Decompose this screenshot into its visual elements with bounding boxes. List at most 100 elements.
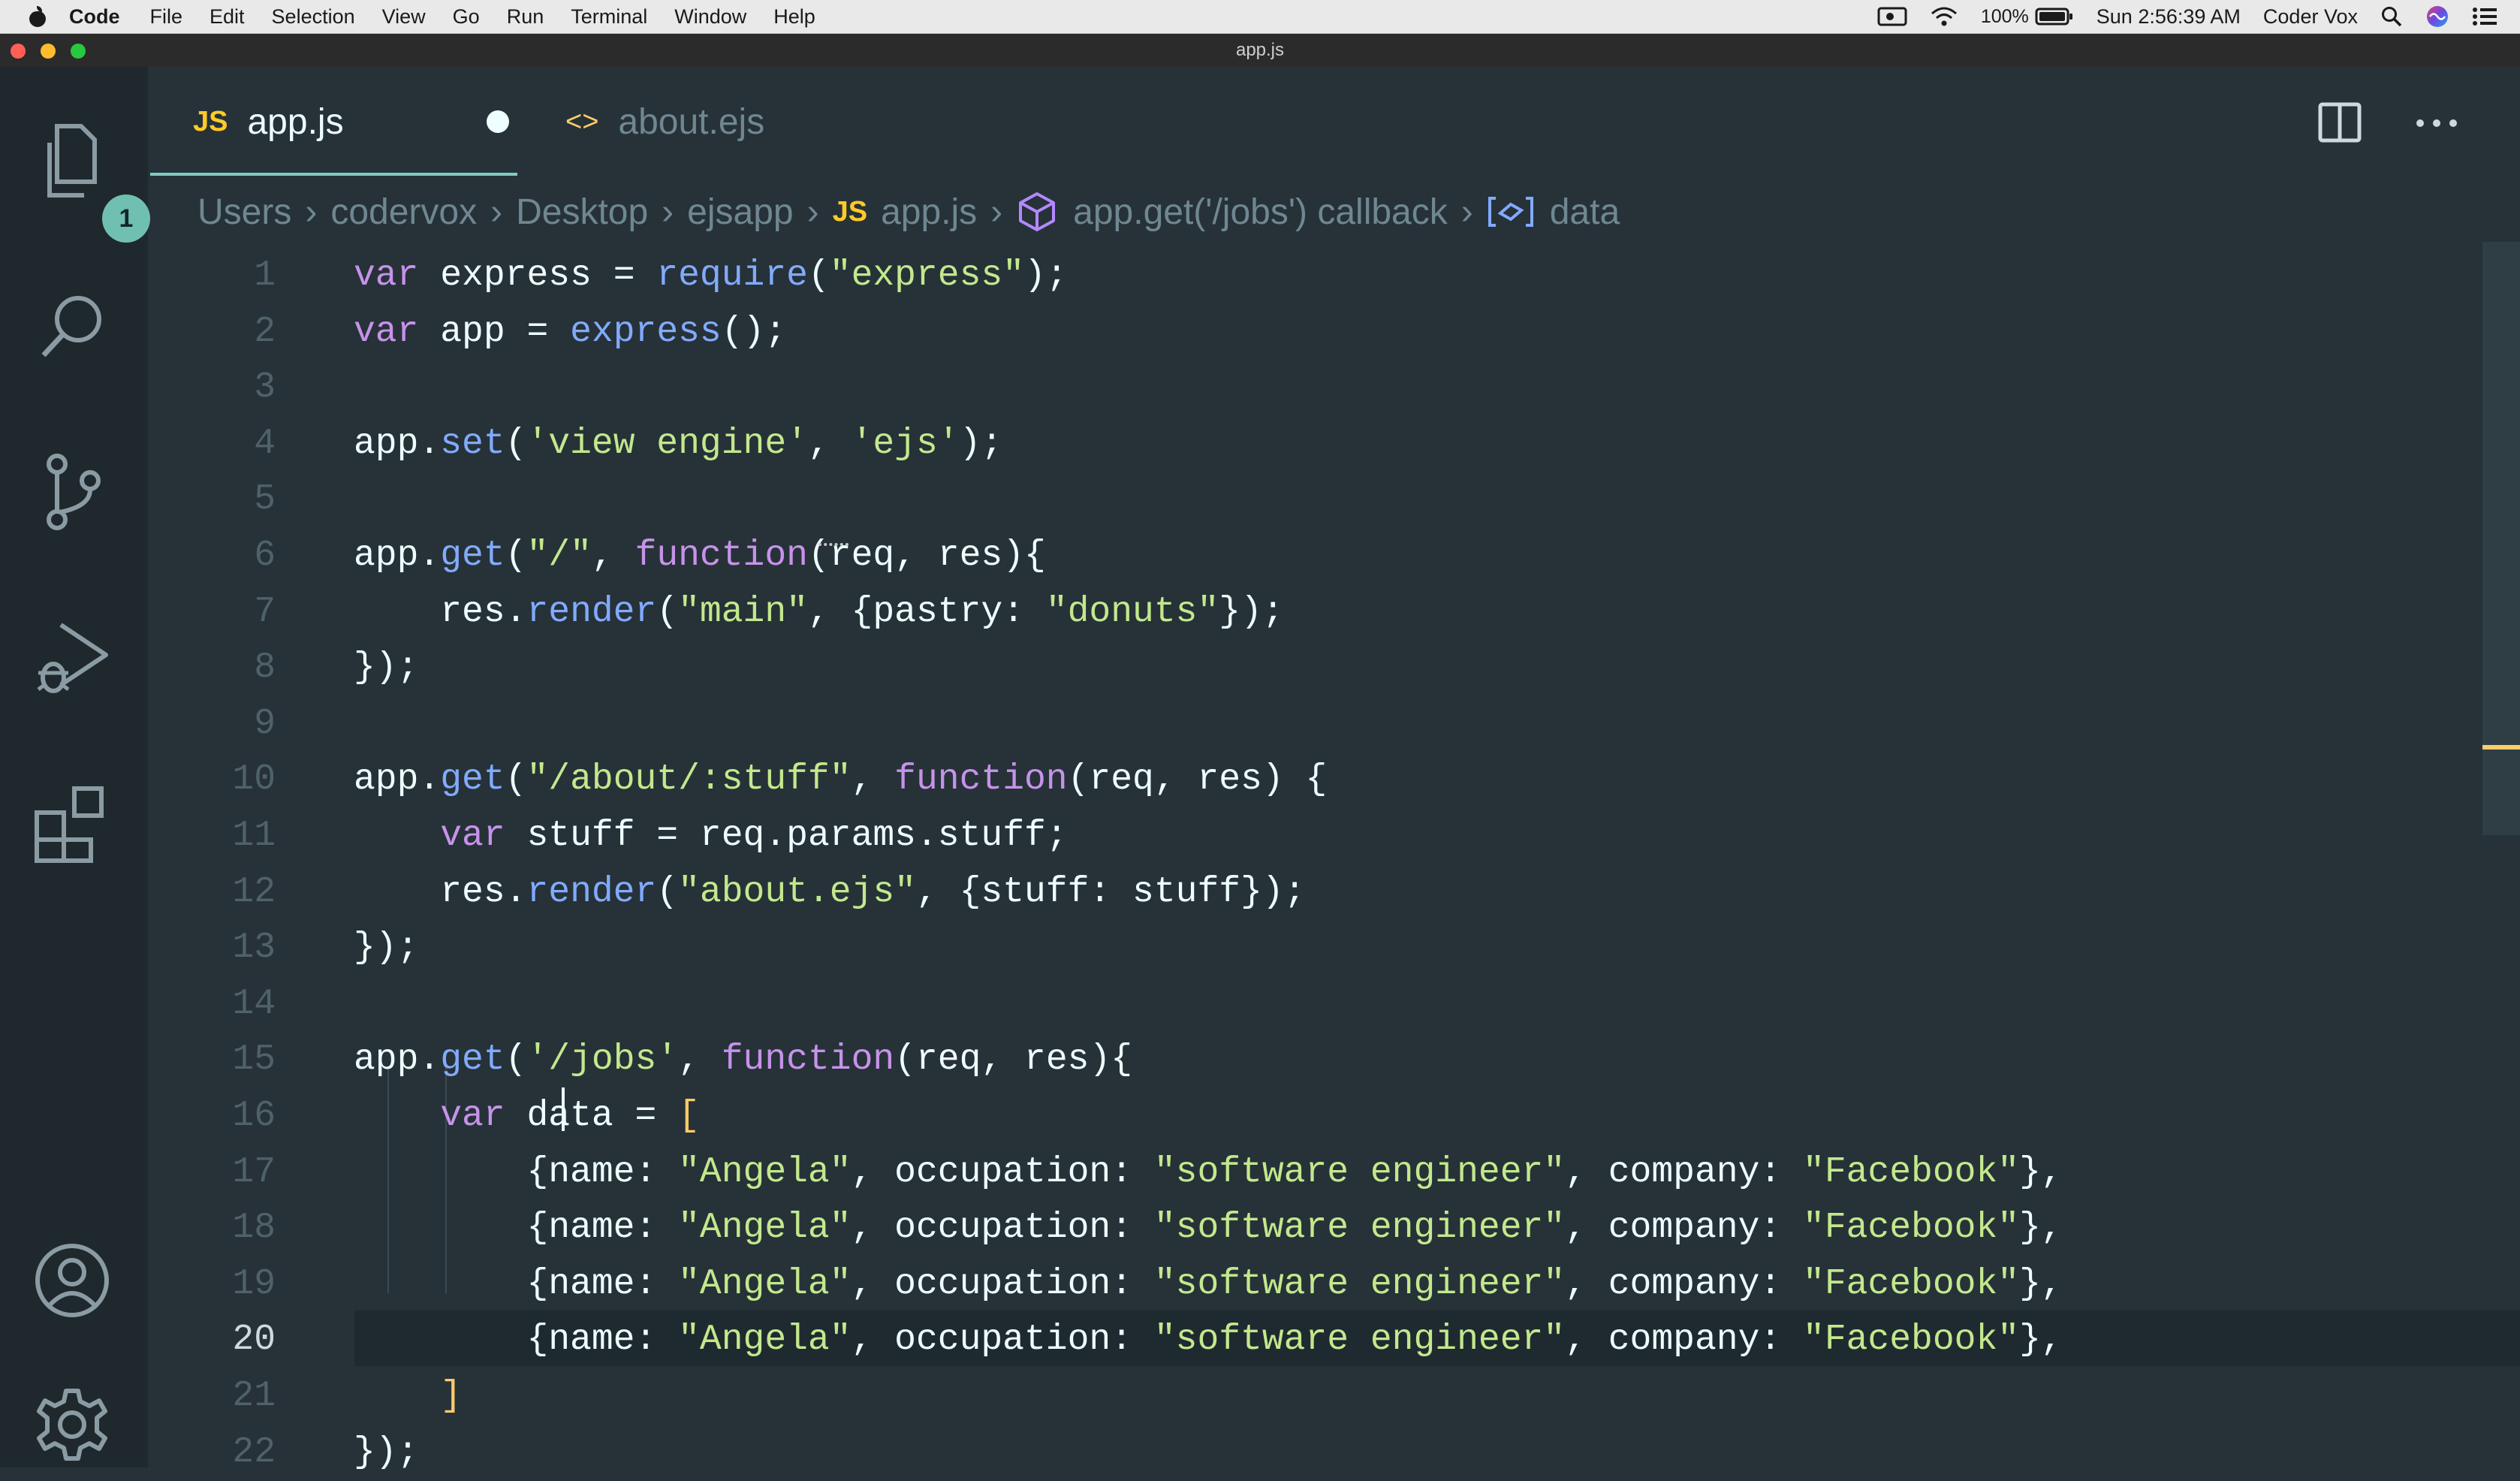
breadcrumb-item[interactable]: Users (197, 192, 291, 233)
split-editor-icon[interactable] (2317, 100, 2362, 145)
code-line[interactable]: 1 var express = require("express"); (148, 248, 2476, 304)
run-debug-button[interactable] (30, 615, 114, 699)
line-number[interactable]: 10 (148, 752, 276, 808)
tab-app-js[interactable]: JS app.js (193, 67, 509, 176)
code-line[interactable]: 20 {name: "Angela", occupation: "softwar… (148, 1312, 2476, 1368)
source-control-icon (47, 454, 101, 530)
line-number[interactable]: 15 (148, 1032, 276, 1088)
user-name[interactable]: Coder Vox (2263, 5, 2358, 29)
notification-center-icon[interactable] (2472, 6, 2497, 27)
tab-about-ejs[interactable]: <> about.ejs (565, 67, 764, 176)
code-line[interactable]: 22}); (148, 1425, 2476, 1481)
battery-icon[interactable] (2035, 7, 2074, 26)
editor-tab-bar: JS app.js <> about.ejs (148, 67, 2520, 176)
menu-terminal[interactable]: Terminal (571, 5, 647, 29)
line-number[interactable]: 9 (148, 696, 276, 753)
code-line[interactable]: 21 ] (148, 1368, 2476, 1425)
breadcrumb-callback[interactable]: app.get('/jobs') callback (1073, 192, 1448, 233)
breadcrumb-item[interactable]: Desktop (516, 192, 648, 233)
line-number[interactable]: 6 (148, 528, 276, 584)
close-window-button[interactable] (11, 44, 26, 59)
line-number[interactable]: 16 (148, 1088, 276, 1145)
menu-go[interactable]: Go (453, 5, 480, 29)
code-line[interactable]: 7 res.render("main", {pastry: "donuts"})… (148, 584, 2476, 641)
search-icon (41, 296, 101, 357)
unsaved-dot-icon[interactable] (486, 110, 509, 133)
code-line[interactable]: 17 {name: "Angela", occupation: "softwar… (148, 1145, 2476, 1201)
line-number[interactable]: 3 (148, 360, 276, 416)
code-line[interactable]: 16 var data = [ (148, 1088, 2476, 1145)
extensions-icon (35, 786, 104, 863)
code-line[interactable]: 12 res.render("about.ejs", {stuff: stuff… (148, 864, 2476, 921)
code-line[interactable]: 6 app.get("/", function(req, res){ (148, 528, 2476, 584)
line-number[interactable]: 1 (148, 248, 276, 304)
source-control-button[interactable] (30, 450, 114, 534)
code-line[interactable]: 10 app.get("/about/:stuff", function(req,… (148, 752, 2476, 808)
menu-run[interactable]: Run (507, 5, 544, 29)
menu-help[interactable]: Help (773, 5, 815, 29)
line-number[interactable]: 20 (148, 1312, 276, 1368)
wifi-icon[interactable] (1930, 6, 1958, 27)
line-text: res.render("main", {pastry: "donuts"}); (440, 592, 1284, 632)
menu-view[interactable]: View (382, 5, 426, 29)
breadcrumb-file[interactable]: app.js (881, 192, 977, 233)
line-number[interactable]: 5 (148, 472, 276, 528)
menu-app[interactable]: Code (69, 5, 120, 29)
code-line[interactable]: 18 {name: "Angela", occupation: "softwar… (148, 1200, 2476, 1256)
menubar-status-area: 100% Sun 2:56:39 AM Coder Vox (1877, 0, 2520, 33)
breadcrumb-item[interactable]: codervox (330, 192, 477, 233)
minimize-window-button[interactable] (41, 44, 56, 59)
code-line[interactable]: 19 {name: "Angela", occupation: "softwar… (148, 1256, 2476, 1313)
chevron-right-icon: › (305, 192, 318, 232)
line-number[interactable]: 4 (148, 416, 276, 472)
spotlight-search-icon[interactable] (2380, 5, 2403, 28)
code-line[interactable]: 2 var app = express(); (148, 304, 2476, 360)
settings-button[interactable] (30, 1383, 114, 1467)
line-number[interactable]: 21 (148, 1368, 276, 1425)
line-number[interactable]: 12 (148, 864, 276, 921)
line-number[interactable]: 13 (148, 920, 276, 976)
line-number[interactable]: 17 (148, 1145, 276, 1201)
code-editor[interactable]: 1 var express = require("express"); 2 var a… (148, 242, 2520, 1473)
line-number[interactable]: 22 (148, 1425, 276, 1481)
zoom-window-button[interactable] (71, 44, 86, 59)
line-text: app.get('/jobs', function(req, res){ (354, 1039, 1133, 1080)
search-button[interactable] (30, 285, 114, 369)
extensions-button[interactable] (30, 780, 114, 864)
line-number[interactable]: 14 (148, 976, 276, 1033)
menu-edit[interactable]: Edit (209, 5, 245, 29)
apple-logo-icon[interactable] (29, 6, 47, 27)
scrollbar-change-marker (2482, 745, 2520, 750)
code-file-icon: <> (565, 105, 599, 137)
code-line[interactable]: 5 (148, 472, 2476, 528)
menu-selection[interactable]: Selection (272, 5, 355, 29)
menu-window[interactable]: Window (674, 5, 746, 29)
screen-record-icon[interactable] (1877, 6, 1907, 27)
line-text: var express = require("express"); (354, 255, 1068, 296)
line-number[interactable]: 18 (148, 1200, 276, 1256)
line-number[interactable]: 19 (148, 1256, 276, 1313)
method-cube-icon (1019, 192, 1056, 231)
chevron-right-icon: › (490, 192, 503, 232)
clock[interactable]: Sun 2:56:39 AM (2096, 5, 2241, 29)
more-actions-icon[interactable] (2414, 112, 2459, 134)
accounts-button[interactable] (30, 1238, 114, 1323)
code-line[interactable]: 4 app.set('view engine', 'ejs'); (148, 416, 2476, 472)
siri-icon[interactable] (2425, 5, 2449, 29)
line-number[interactable]: 8 (148, 640, 276, 696)
breadcrumb-symbol[interactable]: data (1550, 192, 1620, 233)
code-line[interactable]: 3 (148, 360, 2476, 416)
line-number[interactable]: 11 (148, 808, 276, 864)
code-line[interactable]: 13}); (148, 920, 2476, 976)
breadcrumb-item[interactable]: ejsapp (687, 192, 793, 233)
explorer-button[interactable]: 1 (30, 119, 150, 243)
line-number[interactable]: 2 (148, 304, 276, 360)
code-line[interactable]: 9 (148, 696, 2476, 753)
code-line[interactable]: 11 var stuff = req.params.stuff; (148, 808, 2476, 864)
code-line[interactable]: 15 app.get('/jobs', function(req, res){ (148, 1032, 2476, 1088)
line-number[interactable]: 7 (148, 584, 276, 641)
files-icon (47, 124, 97, 198)
code-line[interactable]: 8}); (148, 640, 2476, 696)
menu-file[interactable]: File (150, 5, 183, 29)
code-line[interactable]: 14 (148, 976, 2476, 1033)
